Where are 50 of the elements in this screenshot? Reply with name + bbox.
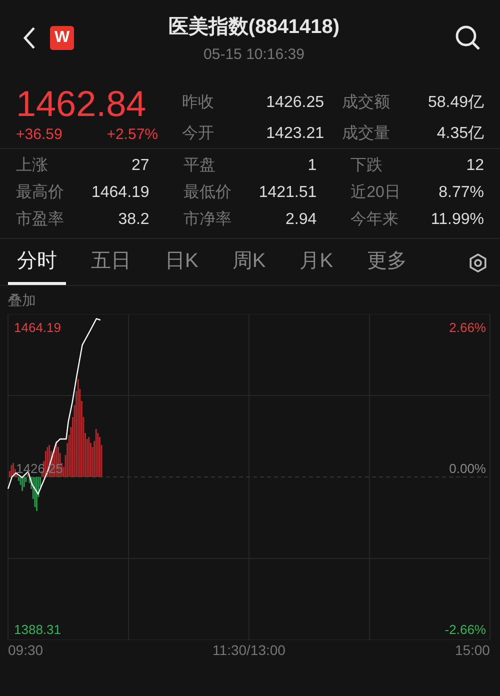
low-label: 1388.31 bbox=[14, 622, 61, 637]
stat-label: 今年来 bbox=[350, 210, 399, 230]
stat-label: 平盘 bbox=[183, 156, 216, 176]
stat-label: 上涨 bbox=[16, 156, 48, 176]
time-label: 09:30 bbox=[8, 642, 44, 658]
stat-value: 1464.19 bbox=[91, 184, 150, 202]
field-label: 今开 bbox=[182, 124, 214, 144]
field-value: 58.49亿 bbox=[428, 93, 484, 113]
price-change: +36.59 bbox=[16, 126, 62, 143]
stat-value: 27 bbox=[132, 156, 150, 174]
stat-label: 市盈率 bbox=[16, 210, 64, 230]
period-tab[interactable]: 分时 bbox=[8, 241, 66, 285]
field-value: 4.35亿 bbox=[436, 124, 484, 144]
stat-label: 下跌 bbox=[350, 156, 383, 176]
settings-icon[interactable] bbox=[468, 253, 488, 273]
stat-value: 1421.51 bbox=[258, 184, 317, 202]
period-tab[interactable]: 五日 bbox=[82, 241, 140, 285]
high-label: 1464.19 bbox=[14, 320, 61, 335]
stat-value: 8.77% bbox=[438, 184, 484, 202]
stat-value: 2.94 bbox=[286, 210, 317, 228]
period-tab[interactable]: 月K bbox=[290, 241, 342, 285]
low-percent: -2.66% bbox=[444, 622, 486, 637]
field-label: 成交量 bbox=[342, 124, 390, 144]
stat-label: 市净率 bbox=[183, 210, 232, 230]
period-tab[interactable]: 周K bbox=[223, 241, 275, 285]
logo-badge: W bbox=[50, 26, 74, 50]
field-value: 1423.21 bbox=[266, 124, 324, 142]
stat-label: 最低价 bbox=[183, 183, 232, 203]
stat-value: 11.99% bbox=[430, 210, 484, 228]
time-label: 15:00 bbox=[454, 642, 490, 658]
field-value: 1426.25 bbox=[266, 94, 324, 112]
stat-label: 近20日 bbox=[350, 182, 400, 203]
update-time: 05-15 10:16:39 bbox=[204, 46, 304, 63]
period-tab[interactable]: 更多 bbox=[358, 241, 416, 285]
field-label: 成交额 bbox=[342, 92, 390, 113]
high-percent: 2.66% bbox=[449, 320, 486, 335]
field-label: 昨收 bbox=[182, 93, 214, 113]
index-title: 医美指数(8841418) bbox=[168, 14, 340, 40]
stat-value: 38.2 bbox=[118, 210, 150, 228]
back-icon[interactable] bbox=[22, 26, 36, 50]
change-percent: +2.57% bbox=[106, 126, 158, 143]
stat-value: 12 bbox=[466, 156, 484, 174]
overlay-label[interactable]: 叠加 bbox=[8, 292, 36, 310]
period-tab[interactable]: 日K bbox=[156, 241, 208, 285]
time-label: 11:30/13:00 bbox=[212, 642, 286, 658]
zero-percent: 0.00% bbox=[449, 461, 486, 476]
search-icon[interactable] bbox=[454, 24, 482, 52]
stat-label: 最高价 bbox=[16, 182, 64, 203]
current-price: 1462.84 bbox=[16, 84, 148, 124]
stat-value: 1 bbox=[308, 156, 317, 174]
